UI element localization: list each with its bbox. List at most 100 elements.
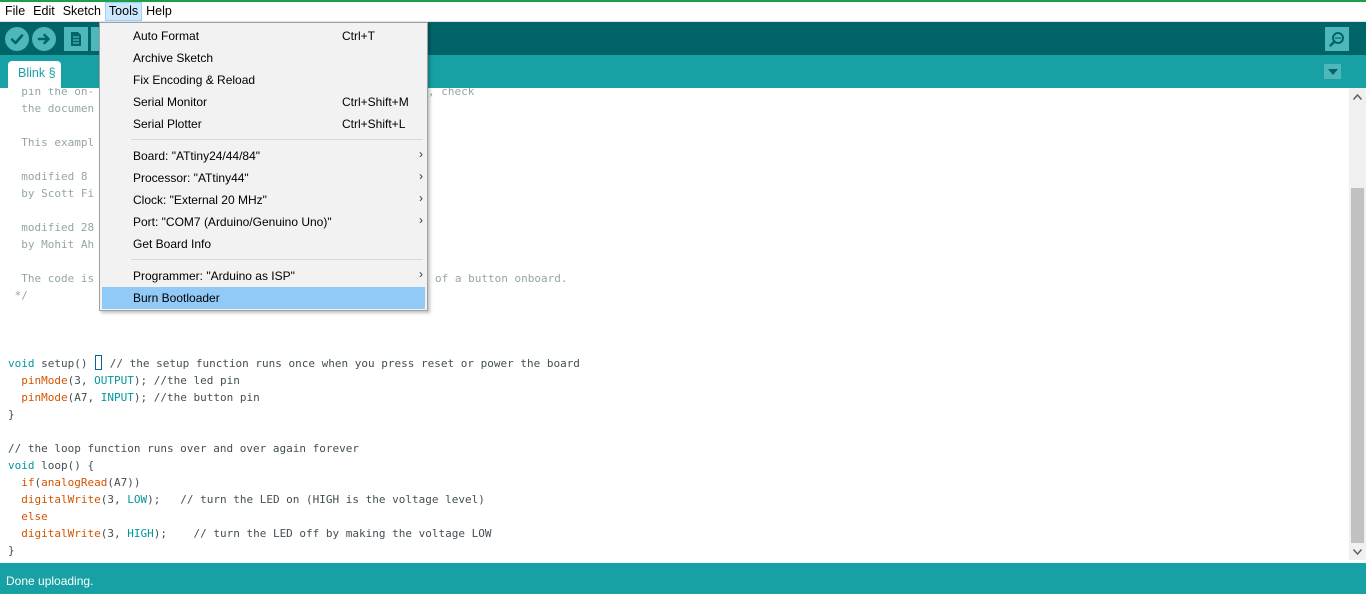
menu-item-programmer[interactable]: Programmer: "Arduino as ISP" › bbox=[102, 265, 425, 287]
menu-item-archive-sketch[interactable]: Archive Sketch bbox=[102, 47, 425, 69]
menu-item-label: Port: "COM7 (Arduino/Genuino Uno)" bbox=[133, 215, 332, 229]
menu-item-burn-bootloader[interactable]: Burn Bootloader bbox=[102, 287, 425, 309]
menu-bar: File Edit Sketch Tools Help bbox=[0, 2, 1366, 22]
open-sketch-button[interactable] bbox=[91, 27, 99, 51]
comment-text: */ bbox=[8, 289, 28, 302]
code-text: loop() { bbox=[34, 459, 95, 472]
menu-edit[interactable]: Edit bbox=[29, 2, 59, 21]
code-line: pinMode(A7, INPUT); //the button pin bbox=[8, 389, 260, 406]
menu-item-serial-plotter[interactable]: Serial Plotter Ctrl+Shift+L bbox=[102, 113, 425, 135]
upload-button[interactable] bbox=[32, 27, 56, 51]
submenu-arrow-icon: › bbox=[419, 147, 423, 161]
keyword-token: HIGH bbox=[127, 527, 154, 540]
menu-item-label: Serial Monitor bbox=[133, 95, 208, 109]
new-sketch-button[interactable] bbox=[64, 27, 88, 51]
submenu-arrow-icon: › bbox=[419, 213, 423, 227]
code-line: pinMode(3, OUTPUT); //the led pin bbox=[8, 372, 240, 389]
comment-text: , check bbox=[428, 88, 475, 98]
status-bar: Done uploading. bbox=[0, 563, 1366, 594]
keyword-token: OUTPUT bbox=[94, 374, 134, 387]
comment-text: // the setup function runs once when you… bbox=[103, 357, 580, 370]
code-line: pin the on- bbox=[8, 88, 94, 100]
comment-text: of a button onboard. bbox=[435, 272, 568, 285]
menu-item-processor[interactable]: Processor: "ATtiny44" › bbox=[102, 167, 425, 189]
chevron-down-icon bbox=[1353, 548, 1362, 555]
code-text: (3, bbox=[67, 374, 95, 387]
tab-menu-button[interactable] bbox=[1324, 64, 1341, 79]
menu-item-port[interactable]: Port: "COM7 (Arduino/Genuino Uno)" › bbox=[102, 211, 425, 233]
menu-item-label: Processor: "ATtiny44" bbox=[133, 171, 249, 185]
tab-blink[interactable]: Blink § bbox=[8, 61, 61, 88]
code-line: the documen bbox=[8, 100, 94, 117]
code-line: void setup() // the setup function runs … bbox=[8, 355, 580, 372]
menu-item-label: Serial Plotter bbox=[133, 117, 202, 131]
code-text: } bbox=[8, 544, 15, 557]
function-token: analogRead bbox=[41, 476, 108, 489]
menu-item-auto-format[interactable]: Auto Format Ctrl+T bbox=[102, 25, 425, 47]
keyword-token: else bbox=[21, 510, 48, 523]
code-line: by Mohit Ah bbox=[8, 236, 94, 253]
menu-item-shortcut: Ctrl+T bbox=[342, 29, 375, 43]
menu-item-label: Board: "ATtiny24/44/84" bbox=[133, 149, 261, 163]
serial-monitor-button[interactable] bbox=[1325, 27, 1349, 51]
menu-item-label: Get Board Info bbox=[133, 237, 212, 251]
code-text: ); // turn the LED on (HIGH is the volta… bbox=[147, 493, 485, 506]
menu-item-label: Fix Encoding & Reload bbox=[133, 73, 256, 87]
code-line: digitalWrite(3, LOW); // turn the LED on… bbox=[8, 491, 485, 508]
menu-item-shortcut: Ctrl+Shift+M bbox=[342, 95, 409, 109]
chevron-down-icon bbox=[1327, 68, 1338, 75]
code-line: // the loop function runs over and over … bbox=[8, 440, 359, 457]
vertical-scrollbar[interactable] bbox=[1349, 88, 1366, 560]
menu-separator bbox=[131, 259, 423, 260]
verify-button[interactable] bbox=[5, 27, 29, 51]
menu-item-label: Programmer: "Arduino as ISP" bbox=[133, 269, 295, 283]
menu-item-label: Clock: "External 20 MHz" bbox=[133, 193, 267, 207]
status-text: Done uploading. bbox=[6, 574, 94, 588]
scroll-down-button[interactable] bbox=[1349, 543, 1366, 560]
code-line: void loop() { bbox=[8, 457, 94, 474]
function-token: pinMode bbox=[21, 391, 68, 404]
new-icon bbox=[71, 32, 81, 46]
comment-text: by Mohit Ah bbox=[8, 238, 95, 251]
code-text: (A7)) bbox=[107, 476, 141, 489]
code-text: ); //the button pin bbox=[133, 391, 260, 404]
menu-item-serial-monitor[interactable]: Serial Monitor Ctrl+Shift+M bbox=[102, 91, 425, 113]
submenu-arrow-icon: › bbox=[419, 191, 423, 205]
keyword-token: INPUT bbox=[100, 391, 134, 404]
code-line: */ bbox=[8, 287, 28, 304]
comment-text: modified 28 bbox=[8, 221, 95, 234]
comment-text: the documen bbox=[8, 102, 95, 115]
code-text: } bbox=[8, 408, 15, 421]
menu-item-board[interactable]: Board: "ATtiny24/44/84" › bbox=[102, 145, 425, 167]
scroll-up-button[interactable] bbox=[1349, 88, 1366, 105]
menu-tools[interactable]: Tools bbox=[104, 2, 143, 21]
scrollbar-thumb[interactable] bbox=[1351, 188, 1364, 543]
tools-menu: Auto Format Ctrl+T Archive Sketch Fix En… bbox=[99, 22, 428, 311]
serial-monitor-icon bbox=[1329, 32, 1344, 47]
code-line: This exampl bbox=[8, 134, 94, 151]
menu-help[interactable]: Help bbox=[142, 2, 176, 21]
keyword-token: if bbox=[21, 476, 35, 489]
text-cursor bbox=[95, 355, 103, 370]
menu-item-fix-encoding[interactable]: Fix Encoding & Reload bbox=[102, 69, 425, 91]
comment-text: // the loop function runs over and over … bbox=[8, 442, 359, 455]
comment-text: by Scott Fi bbox=[8, 187, 95, 200]
menu-sketch[interactable]: Sketch bbox=[59, 2, 105, 21]
menu-item-label: Archive Sketch bbox=[133, 51, 214, 65]
chevron-up-icon bbox=[1353, 93, 1362, 100]
comment-text: modified 8 bbox=[8, 170, 88, 183]
code-text: setup() bbox=[34, 357, 95, 370]
comment-text: The code is bbox=[8, 272, 95, 285]
code-line: modified 28 bbox=[8, 219, 94, 236]
keyword-token: LOW bbox=[127, 493, 148, 506]
verify-icon bbox=[10, 34, 24, 45]
code-text: (A7, bbox=[67, 391, 101, 404]
menu-item-get-board-info[interactable]: Get Board Info bbox=[102, 233, 425, 255]
comment-text: pin the on- bbox=[8, 88, 95, 98]
code-line: if(analogRead(A7)) bbox=[8, 474, 140, 491]
menu-item-clock[interactable]: Clock: "External 20 MHz" › bbox=[102, 189, 425, 211]
code-line: of a button onboard. bbox=[435, 270, 567, 287]
function-token: digitalWrite bbox=[21, 527, 101, 540]
submenu-arrow-icon: › bbox=[419, 169, 423, 183]
menu-file[interactable]: File bbox=[1, 2, 29, 21]
